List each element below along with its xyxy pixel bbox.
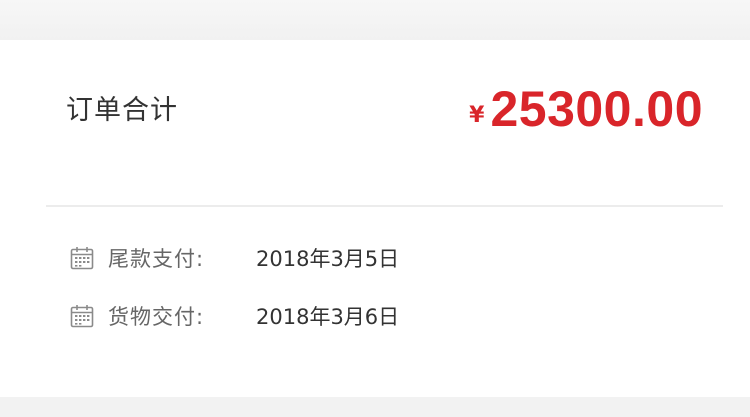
order-total-row: 订单合计 ¥25300.00 <box>0 40 750 206</box>
top-spacer <box>0 0 750 40</box>
bottom-spacer <box>0 397 750 417</box>
order-summary-card: 订单合计 ¥25300.00 尾款支付: 2018年3月5日 货物交付: 201… <box>0 40 750 397</box>
order-total-label: 订单合计 <box>66 95 178 126</box>
order-total-value: 25300.00 <box>490 81 703 137</box>
delivery-date: 2018年3月6日 <box>256 305 400 329</box>
delivery-label: 货物交付: <box>108 305 205 329</box>
order-total-amount: ¥25300.00 <box>469 80 703 138</box>
calendar-icon <box>70 247 94 270</box>
currency-symbol: ¥ <box>469 103 485 128</box>
balance-payment-row: 尾款支付: 2018年3月5日 <box>0 241 750 277</box>
calendar-icon <box>70 305 94 328</box>
delivery-row: 货物交付: 2018年3月6日 <box>0 299 750 335</box>
balance-payment-date: 2018年3月5日 <box>256 247 400 271</box>
divider <box>46 205 723 207</box>
balance-payment-label: 尾款支付: <box>108 247 205 271</box>
